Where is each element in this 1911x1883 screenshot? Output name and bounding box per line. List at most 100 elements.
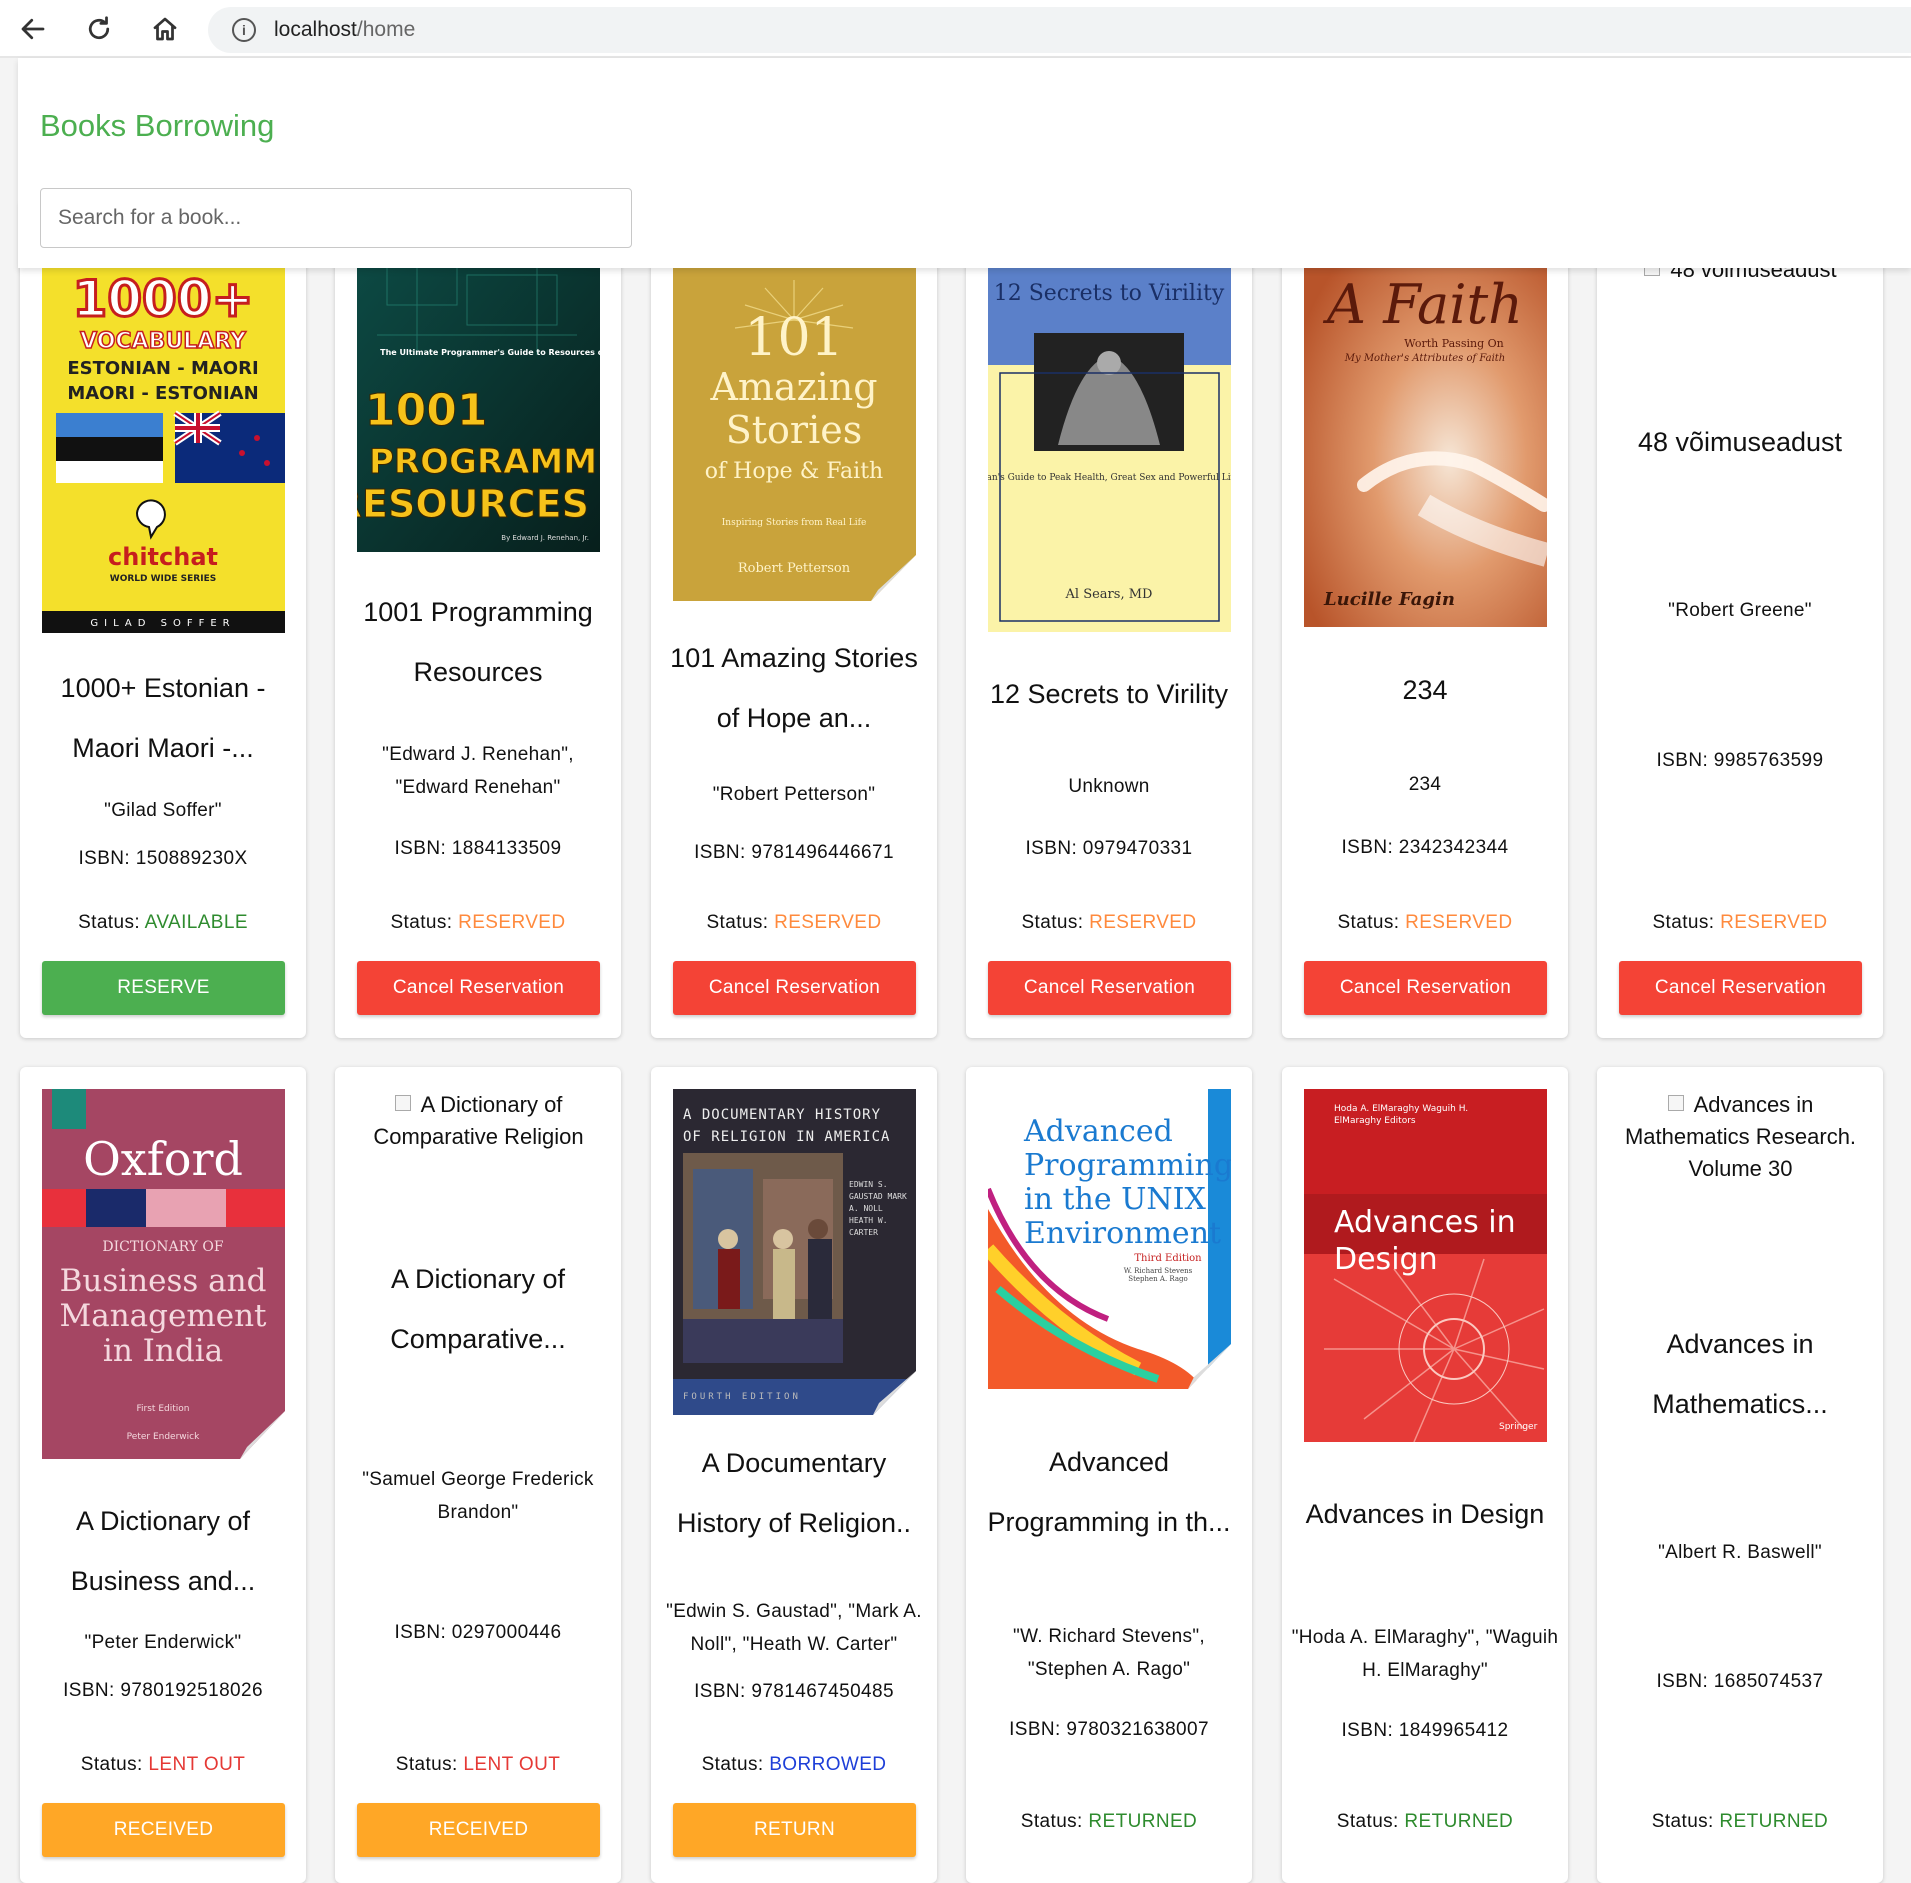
- address-bar[interactable]: i localhost/home: [208, 7, 1911, 53]
- svg-text:Advanced: Advanced: [1023, 1114, 1173, 1149]
- home-button[interactable]: [132, 0, 198, 58]
- book-isbn: ISBN: 1849965412: [1341, 1720, 1509, 1741]
- svg-text:1001: 1001: [365, 385, 487, 436]
- svg-text:MAORI - ESTONIAN: MAORI - ESTONIAN: [67, 383, 258, 404]
- book-status: Status: RESERVED: [706, 912, 882, 933]
- svg-text:12 Secrets to Virility: 12 Secrets to Virility: [994, 281, 1225, 306]
- book-cover-image: 101 Amazing Stories of Hope & Faith Insp…: [673, 260, 916, 601]
- svg-text:Environment: Environment: [1024, 1216, 1221, 1251]
- book-card: 101 Amazing Stories of Hope & Faith Insp…: [651, 200, 937, 1038]
- book-cover-image: The Ultimate Programmer's Guide to Resou…: [357, 255, 600, 552]
- svg-text:Peter Enderwick: Peter Enderwick: [127, 1432, 200, 1442]
- app-header: Books Borrowing: [18, 58, 1911, 268]
- book-card: The Ultimate Programmer's Guide to Resou…: [335, 200, 621, 1038]
- reload-icon: [88, 16, 110, 40]
- svg-text:in the UNIX: in the UNIX: [1024, 1182, 1207, 1217]
- book-title: Advances in Mathematics...: [1652, 1329, 1828, 1419]
- book-title: A Dictionary of Business and...: [70, 1506, 256, 1596]
- svg-text:FOURTH EDITION: FOURTH EDITION: [683, 1392, 801, 1402]
- book-title: 48 võimuseadust: [1637, 427, 1843, 457]
- svg-text:The Ultimate Programmer's Guid: The Ultimate Programmer's Guide to Resou…: [380, 348, 600, 357]
- svg-text:101: 101: [744, 308, 843, 368]
- book-card: 48 võimuseadust 48 võimuseadust "Robert …: [1597, 200, 1883, 1038]
- info-icon[interactable]: i: [232, 18, 256, 42]
- svg-text:RESOURCES: RESOURCES: [357, 482, 589, 526]
- book-status: Status: LENT OUT: [80, 1754, 246, 1775]
- status-value: RESERVED: [1089, 912, 1197, 933]
- book-cover-image: 12 Secrets to Virility A Man's Guide to …: [988, 255, 1231, 632]
- book-isbn: ISBN: 1884133509: [394, 838, 562, 859]
- book-authors: "Samuel George Frederick Brandon": [362, 1469, 594, 1523]
- cancel-reservation-button[interactable]: Cancel Reservation: [1619, 961, 1862, 1015]
- books-grid: 1000+ VOCABULARY ESTONIAN - MAORI MAORI …: [0, 0, 1911, 1883]
- svg-text:By Edward J. Renehan, Jr.: By Edward J. Renehan, Jr.: [501, 534, 589, 542]
- search-input[interactable]: [40, 188, 632, 248]
- svg-text:Stories: Stories: [726, 408, 863, 452]
- reload-button[interactable]: [66, 0, 132, 58]
- book-status: Status: RESERVED: [1337, 912, 1513, 933]
- svg-text:Third Edition: Third Edition: [1134, 1253, 1202, 1264]
- book-isbn: ISBN: 9985763599: [1656, 750, 1824, 771]
- home-icon: [153, 17, 177, 41]
- book-cover-image: A Dictionary of Comparative Religion: [373, 1092, 584, 1149]
- book-authors: "Edward J. Renehan", "Edward Renehan": [382, 744, 574, 798]
- status-value: LENT OUT: [148, 1754, 246, 1775]
- book-authors: Unknown: [1068, 776, 1150, 797]
- svg-text:of Hope & Faith: of Hope & Faith: [705, 459, 883, 484]
- book-status: Status: AVAILABLE: [78, 912, 248, 933]
- book-status: Status: RETURNED: [1336, 1811, 1514, 1832]
- book-card: Oxford DICTIONARY OF Business and Manage…: [20, 1067, 306, 1883]
- back-button[interactable]: [0, 0, 66, 58]
- book-cover-image: Advances in Mathematics Research. Volume…: [1624, 1092, 1857, 1181]
- cancel-reservation-button[interactable]: Cancel Reservation: [988, 961, 1231, 1015]
- book-authors: "Robert Greene": [1668, 600, 1812, 621]
- book-title: Advanced Programming in th...: [987, 1447, 1231, 1537]
- book-isbn: ISBN: 9781467450485: [694, 1681, 894, 1702]
- book-title: A Documentary History of Religion..: [676, 1448, 912, 1538]
- book-status: Status: RETURNED: [1651, 1811, 1829, 1832]
- book-status: Status: RESERVED: [1652, 912, 1828, 933]
- cancel-reservation-button[interactable]: Cancel Reservation: [357, 961, 600, 1015]
- cancel-reservation-button[interactable]: Cancel Reservation: [673, 961, 916, 1015]
- status-value: BORROWED: [769, 1754, 887, 1775]
- book-authors: "Robert Petterson": [712, 784, 876, 805]
- book-card: A DOCUMENTARY HISTORY OF RELIGION IN AME…: [651, 1067, 937, 1883]
- status-value: RETURNED: [1719, 1811, 1829, 1832]
- book-authors: "Edwin S. Gaustad", "Mark A. Noll", "Hea…: [666, 1601, 922, 1655]
- status-value: RESERVED: [1720, 912, 1828, 933]
- book-authors: "Gilad Soffer": [104, 800, 222, 821]
- url-host: localhost: [274, 18, 357, 41]
- received-button[interactable]: RECEIVED: [42, 1803, 285, 1857]
- svg-text:Design: Design: [1334, 1242, 1438, 1277]
- broken-image-icon: [1667, 1095, 1684, 1111]
- svg-text:GILAD SOFFER: GILAD SOFFER: [90, 618, 235, 629]
- book-isbn: ISBN: 1685074537: [1656, 1671, 1824, 1692]
- book-isbn: ISBN: 150889230X: [78, 848, 248, 869]
- status-value: RESERVED: [774, 912, 882, 933]
- book-cover-image: Hoda A. ElMaraghy Waguih H. ElMaraghy Ed…: [1304, 1089, 1547, 1442]
- svg-text:Management: Management: [59, 1298, 267, 1334]
- book-title: Advances in Design: [1305, 1499, 1545, 1529]
- book-isbn: ISBN: 9780192518026: [63, 1680, 263, 1701]
- received-button[interactable]: RECEIVED: [357, 1803, 600, 1857]
- book-cover-image: Advanced Programming in the UNIX Environ…: [988, 1089, 1231, 1389]
- status-value: RETURNED: [1404, 1811, 1514, 1832]
- svg-text:PROGRAMMING: PROGRAMMING: [369, 442, 600, 482]
- book-isbn: ISBN: 2342342344: [1341, 837, 1509, 858]
- svg-text:Amazing: Amazing: [709, 365, 877, 409]
- return-button[interactable]: RETURN: [673, 1803, 916, 1857]
- reserve-button[interactable]: RESERVE: [42, 961, 285, 1015]
- broken-image-icon: [394, 1095, 411, 1111]
- cancel-reservation-button[interactable]: Cancel Reservation: [1304, 961, 1547, 1015]
- book-authors: "Albert R. Baswell": [1658, 1542, 1822, 1563]
- book-isbn: ISBN: 0297000446: [394, 1622, 562, 1643]
- book-status: Status: RESERVED: [1021, 912, 1197, 933]
- url-path: /home: [356, 18, 416, 41]
- book-card: A Dictionary of Comparative Religion A D…: [335, 1067, 621, 1883]
- book-authors: "W. Richard Stevens", "Stephen A. Rago": [1013, 1626, 1205, 1680]
- svg-text:1000+: 1000+: [72, 270, 253, 328]
- svg-text:Advances in: Advances in: [1334, 1205, 1516, 1240]
- book-isbn: ISBN: 0979470331: [1025, 838, 1193, 859]
- book-card: Hoda A. ElMaraghy Waguih H. ElMaraghy Ed…: [1282, 1067, 1568, 1883]
- svg-text:ESTONIAN - MAORI: ESTONIAN - MAORI: [67, 358, 258, 379]
